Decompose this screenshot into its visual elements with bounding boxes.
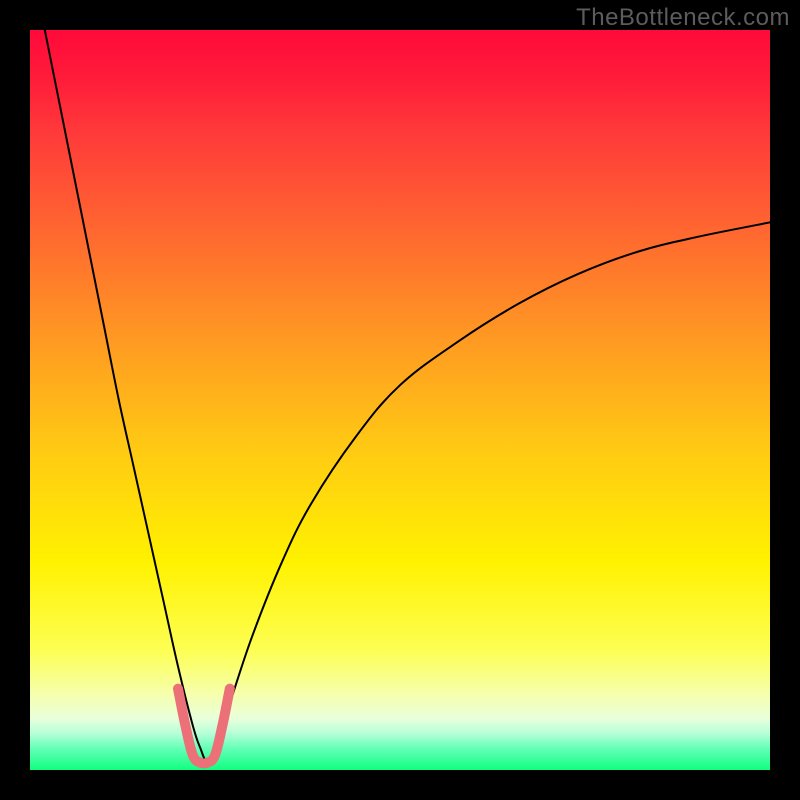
plot-area (30, 30, 770, 770)
watermark-text: TheBottleneck.com (576, 4, 790, 32)
black-curve (45, 30, 770, 763)
curve-layer (30, 30, 770, 770)
chart-container: TheBottleneck.com (0, 0, 800, 800)
